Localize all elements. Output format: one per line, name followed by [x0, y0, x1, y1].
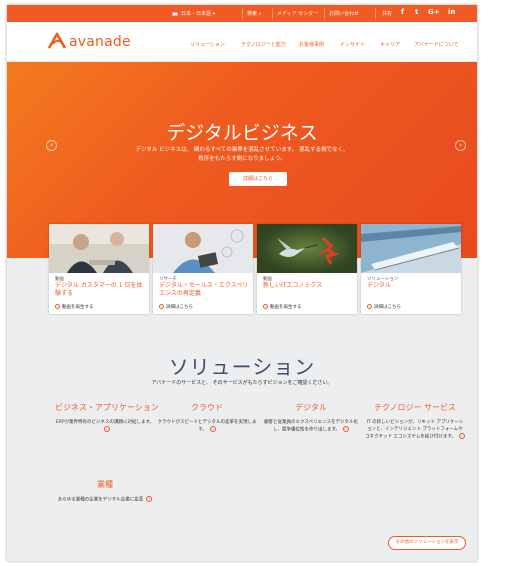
solution-description: IT の新しいビジョンが、リキッド アプリケーションと、インテリジェント プラッ…	[365, 420, 465, 440]
nav-careers[interactable]: キャリア	[380, 41, 400, 48]
arrow-circle-icon[interactable]: ›	[458, 433, 465, 439]
card-digital-sales[interactable]: リサーチ デジタル・セールス・エクスペリエンスの再定義 詳細はこちら	[153, 224, 253, 314]
arrow-circle-icon[interactable]: ›	[146, 496, 153, 502]
solution-description: 顧客と従業員のエクスペリエンスをデジタル化し、競争優位性を作り出します。 ›	[264, 420, 358, 433]
google-plus-icon[interactable]: G+	[428, 8, 440, 16]
card-title[interactable]: デジタル	[367, 282, 457, 290]
contact-link[interactable]: お問い合わせ	[329, 10, 359, 17]
hero-title: デジタルビジネス	[166, 122, 318, 144]
solution-business-apps[interactable]: ビジネス・アプリケーション ERPが業界特有のビジネスの課題に対処します。›	[55, 402, 159, 434]
card-digital-customer[interactable]: 動画 デジタル カスタマーの 1 日を体験する 動画を再生する	[49, 224, 149, 314]
solution-technology-services[interactable]: テクノロジー サービス IT の新しいビジョンが、リキッド アプリケーションと、…	[365, 402, 465, 441]
browser-page: 日本 - 日本語 ▾ 検索 ⌕ メディア センター お問い合わせ 共有 f t …	[7, 5, 477, 561]
nav-technology[interactable]: テクノロジーと能力	[241, 41, 286, 48]
solution-title[interactable]: デジタル	[261, 402, 361, 413]
card-digital-solution[interactable]: ソリューション デジタル 詳細はこちら	[361, 224, 461, 314]
hero-details-button[interactable]: 詳細はこちら	[229, 172, 287, 186]
nav-solutions[interactable]: ソリューション	[190, 41, 225, 48]
arrow-circle-icon	[367, 304, 372, 309]
card-link[interactable]: 動画を再生する	[263, 304, 302, 310]
play-icon	[263, 304, 268, 309]
solution-industries[interactable]: 業種 あらゆる業種の企業をデジタル企業に変革 ›	[55, 479, 155, 504]
card-it-economics[interactable]: 動画 新しいITエコノミクス 動画を再生する	[257, 224, 357, 314]
card-link[interactable]: 動画を再生する	[55, 304, 94, 310]
utility-bar: 日本 - 日本語 ▾ 検索 ⌕ メディア センター お問い合わせ 共有 f t …	[7, 5, 477, 22]
solution-digital[interactable]: デジタル 顧客と従業員のエクスペリエンスをデジタル化し、競争優位性を作り出します…	[261, 402, 361, 434]
arrow-circle-icon[interactable]: ›	[209, 426, 216, 432]
twitter-icon[interactable]: t	[415, 8, 418, 16]
logo-wordmark[interactable]: avanade	[69, 34, 131, 50]
chevron-down-icon: ▾	[212, 11, 216, 17]
flag-icon	[172, 11, 178, 16]
media-center-link[interactable]: メディア センター	[277, 10, 318, 17]
solution-title[interactable]: テクノロジー サービス	[365, 402, 465, 413]
card-image-train	[361, 224, 461, 273]
solution-title[interactable]: ビジネス・アプリケーション	[55, 402, 159, 413]
solutions-heading: ソリューション	[168, 355, 316, 379]
search-icon: ⌕	[258, 11, 262, 17]
solution-cloud[interactable]: クラウド クラウドがスピードとデジタルの変革を実現します。 ›	[157, 402, 257, 434]
solutions-subtitle: アバナードのサービスと、 そのサービスがもたらすビジョンをご確認ください。	[151, 380, 333, 386]
all-solutions-button[interactable]: その他のソリューションを表示	[388, 536, 466, 550]
solution-description: ERPが業界特有のビジネスの課題に対処します。›	[55, 420, 155, 432]
solution-title[interactable]: 業種	[55, 479, 155, 490]
linkedin-icon[interactable]: in	[448, 8, 455, 16]
nav-insights[interactable]: インサイト	[340, 41, 365, 48]
card-image-hummingbird	[257, 224, 357, 273]
solution-description: あらゆる業種の企業をデジタル企業に変革 ›	[55, 496, 155, 504]
card-title[interactable]: デジタル・セールス・エクスペリエンスの再定義	[159, 282, 249, 297]
divider	[375, 8, 376, 19]
card-title[interactable]: デジタル カスタマーの 1 日を体験する	[55, 282, 145, 297]
search-link[interactable]: 検索 ⌕	[247, 10, 261, 17]
divider	[272, 8, 273, 19]
solution-title[interactable]: クラウド	[157, 402, 257, 413]
divider	[324, 8, 325, 19]
arrow-circle-icon	[159, 304, 164, 309]
play-icon	[55, 304, 60, 309]
region-selector[interactable]: 日本 - 日本語 ▾	[172, 10, 215, 17]
solution-description: クラウドがスピードとデジタルの変革を実現します。 ›	[157, 420, 257, 433]
arrow-circle-icon[interactable]: ›	[103, 426, 110, 432]
card-link[interactable]: 詳細はこちら	[159, 304, 193, 310]
nav-about[interactable]: アバナードについて	[414, 41, 459, 48]
card-image-tablet-user	[153, 224, 253, 273]
arrow-circle-icon[interactable]: ›	[343, 426, 350, 432]
divider	[242, 8, 243, 19]
hero-description: デジタル ビジネスは、 関わるすべての業界を混乱させています。 混乱する側でなく…	[135, 147, 349, 162]
site-header: avanade ソリューション テクノロジーと能力 お客様事例 インサイト キャ…	[7, 22, 477, 62]
share-label: 共有	[382, 11, 393, 17]
card-link[interactable]: 詳細はこちら	[367, 304, 401, 310]
facebook-icon[interactable]: f	[401, 8, 404, 16]
card-title[interactable]: 新しいITエコノミクス	[263, 282, 353, 290]
avanade-logo-icon[interactable]	[47, 32, 67, 54]
card-image-business-meeting	[49, 224, 149, 273]
nav-case-studies[interactable]: お客様事例	[299, 41, 324, 48]
